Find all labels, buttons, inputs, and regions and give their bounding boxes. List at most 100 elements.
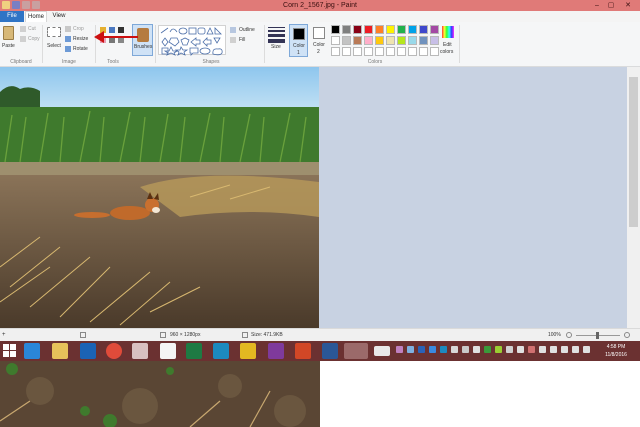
palette-swatch[interactable] [353, 47, 362, 56]
tray-icon[interactable] [429, 346, 436, 353]
palette-swatch[interactable] [342, 47, 351, 56]
onenote-icon[interactable] [268, 343, 284, 359]
tray-icon[interactable] [440, 346, 447, 353]
app-icon[interactable] [160, 343, 176, 359]
zoom-slider-thumb[interactable] [596, 332, 599, 339]
taskbar-clock[interactable]: 4:58 PM 11/8/2016 [596, 343, 636, 359]
copy-button[interactable]: Copy [28, 36, 40, 42]
cut-icon[interactable] [20, 26, 26, 32]
palette-swatch[interactable] [375, 36, 384, 45]
palette-swatch[interactable] [331, 25, 340, 34]
tray-icon[interactable] [407, 346, 414, 353]
palette-swatch[interactable] [419, 25, 428, 34]
notification-icon[interactable] [583, 346, 590, 353]
tray-icon[interactable] [517, 346, 524, 353]
network-icon[interactable] [561, 346, 568, 353]
palette-swatch[interactable] [331, 36, 340, 45]
maximize-button[interactable]: ▢ [604, 0, 618, 11]
tray-icon[interactable] [528, 346, 535, 353]
size-icon[interactable] [268, 25, 285, 43]
excel-icon[interactable] [186, 343, 202, 359]
vertical-scrollbar[interactable] [627, 67, 640, 328]
crop-button[interactable]: Crop [73, 26, 84, 32]
tray-icon[interactable] [418, 346, 425, 353]
palette-swatch[interactable] [331, 47, 340, 56]
palette-swatch[interactable] [430, 36, 439, 45]
palette-swatch[interactable] [364, 36, 373, 45]
fill-icon[interactable] [230, 37, 236, 43]
palette-swatch[interactable] [408, 36, 417, 45]
scrollbar-thumb[interactable] [629, 77, 638, 227]
close-button[interactable]: ✕ [621, 0, 635, 11]
volume-icon[interactable] [572, 346, 579, 353]
palette-swatch[interactable] [397, 47, 406, 56]
powerpoint-icon[interactable] [295, 343, 311, 359]
zoom-in-button[interactable] [624, 332, 630, 338]
chrome-icon[interactable] [106, 343, 122, 359]
size-button-label[interactable]: Size [271, 44, 281, 50]
tray-icon[interactable] [550, 346, 557, 353]
select-icon[interactable] [47, 27, 61, 37]
tray-icon[interactable] [484, 346, 491, 353]
palette-swatch[interactable] [430, 47, 439, 56]
outlook-icon[interactable] [80, 343, 96, 359]
minimize-button[interactable]: – [590, 0, 604, 11]
palette-swatch[interactable] [364, 25, 373, 34]
resize-icon[interactable] [65, 36, 71, 42]
palette-swatch[interactable] [353, 25, 362, 34]
cut-button[interactable]: Cut [28, 26, 36, 32]
keyboard-icon[interactable] [374, 346, 390, 356]
fill-dropdown[interactable]: Fill [239, 37, 245, 43]
color-2-button[interactable]: Color 2 [310, 24, 329, 57]
rotate-button[interactable]: Rotate [73, 46, 88, 52]
palette-swatch[interactable] [353, 36, 362, 45]
copy-icon[interactable] [20, 36, 26, 42]
palette-swatch[interactable] [364, 47, 373, 56]
palette-swatch[interactable] [375, 25, 384, 34]
canvas-workspace[interactable] [0, 67, 627, 328]
paste-icon[interactable] [3, 26, 14, 40]
paint-taskbar-button[interactable] [344, 343, 368, 359]
edit-colors-button[interactable]: Edit colors [440, 24, 456, 57]
crop-icon[interactable] [65, 26, 71, 32]
palette-swatch[interactable] [397, 25, 406, 34]
image-canvas[interactable] [0, 67, 319, 328]
palette-swatch[interactable] [430, 25, 439, 34]
outline-dropdown[interactable]: Outline [239, 27, 255, 33]
palette-swatch[interactable] [408, 25, 417, 34]
outline-icon[interactable] [230, 27, 236, 33]
resize-button[interactable]: Resize [73, 36, 88, 42]
select-button-label[interactable]: Select [47, 43, 61, 49]
tray-icon[interactable] [396, 346, 403, 353]
palette-swatch[interactable] [419, 47, 428, 56]
palette-swatch[interactable] [342, 36, 351, 45]
paste-button-label[interactable]: Paste [2, 43, 15, 49]
palette-swatch[interactable] [397, 36, 406, 45]
tray-icon[interactable] [539, 346, 546, 353]
tray-icon[interactable] [451, 346, 458, 353]
internet-explorer-icon[interactable] [24, 343, 40, 359]
palette-swatch[interactable] [386, 47, 395, 56]
palette-swatch[interactable] [342, 25, 351, 34]
app-icon[interactable] [132, 343, 148, 359]
palette-swatch[interactable] [375, 47, 384, 56]
palette-swatch[interactable] [386, 25, 395, 34]
tray-icon[interactable] [506, 346, 513, 353]
word-icon[interactable] [322, 343, 338, 359]
zoom-out-button[interactable] [566, 332, 572, 338]
palette-swatch[interactable] [408, 47, 417, 56]
app-icon[interactable] [213, 343, 229, 359]
palette-swatch[interactable] [386, 36, 395, 45]
file-explorer-icon[interactable] [52, 343, 68, 359]
start-button[interactable] [2, 343, 18, 359]
tray-icon[interactable] [473, 346, 480, 353]
tab-file[interactable]: File [0, 11, 24, 22]
rotate-icon[interactable] [65, 46, 71, 52]
app-icon[interactable] [240, 343, 256, 359]
tray-icon[interactable] [462, 346, 469, 353]
color-1-button[interactable]: Color 1 [289, 24, 308, 57]
shapes-gallery[interactable] [158, 25, 226, 56]
tab-view[interactable]: View [49, 11, 69, 22]
palette-swatch[interactable] [419, 36, 428, 45]
tab-home[interactable]: Home [25, 11, 47, 22]
